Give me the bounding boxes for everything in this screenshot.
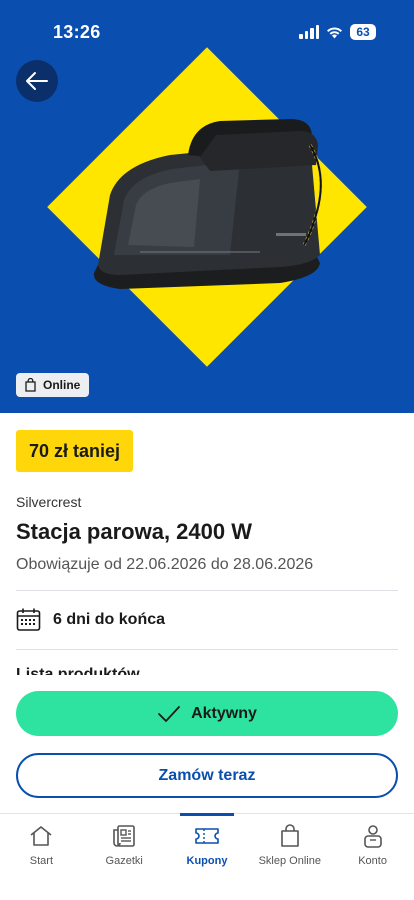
active-coupon-button[interactable]: Aktywny <box>16 691 398 736</box>
product-image <box>93 119 323 289</box>
order-now-label: Zamów teraz <box>158 766 256 784</box>
product-list-heading: Lista produktów <box>16 666 140 675</box>
nav-item-konto[interactable]: Konto <box>331 814 414 900</box>
discount-badge: 70 zł taniej <box>16 430 134 472</box>
nav-item-gazetki[interactable]: Gazetki <box>83 814 166 900</box>
shopping-bag-icon <box>25 378 36 392</box>
status-time: 13:26 <box>53 22 101 42</box>
nav-item-sklep-online[interactable]: Sklep Online <box>248 814 331 900</box>
product-hero: 13:26 63 Online <box>0 0 414 413</box>
online-badge: Online <box>16 373 90 397</box>
home-icon <box>27 823 55 849</box>
arrow-left-icon <box>26 72 48 90</box>
online-badge-label: Online <box>43 378 81 392</box>
days-left-label: 6 dni do końca <box>53 610 166 628</box>
product-brand: Silvercrest <box>16 494 82 510</box>
days-left-row: 6 dni do końca <box>16 607 165 632</box>
nav-item-kupony[interactable]: Kupony <box>166 813 249 900</box>
nav-item-start[interactable]: Start <box>0 814 83 900</box>
nav-label: Kupony <box>186 855 228 867</box>
back-button[interactable] <box>16 60 58 102</box>
nav-label: Konto <box>358 855 387 867</box>
nav-label: Start <box>29 855 54 867</box>
divider <box>16 649 398 650</box>
status-icons: 63 <box>299 24 376 40</box>
order-now-button[interactable]: Zamów teraz <box>16 753 398 798</box>
calendar-icon <box>16 608 41 631</box>
battery-indicator: 63 <box>350 24 376 40</box>
account-icon <box>359 823 387 849</box>
shopping-bag-icon <box>276 823 304 849</box>
checkmark-icon <box>158 705 180 722</box>
validity-text: Obowiązuje od 22.06.2026 do 28.06.2026 <box>16 556 314 573</box>
divider <box>16 590 398 591</box>
signal-icon <box>299 25 319 39</box>
bottom-navigation: Start Gazetki Kupony Sklep Online Konto <box>0 813 414 900</box>
nav-label: Gazetki <box>105 855 143 867</box>
wifi-icon <box>327 26 342 38</box>
product-title: Stacja parowa, 2400 W <box>16 519 252 544</box>
coupon-icon <box>193 823 221 849</box>
nav-label: Sklep Online <box>258 855 321 867</box>
status-bar: 13:26 63 <box>0 0 414 60</box>
active-coupon-label: Aktywny <box>191 704 257 722</box>
leaflet-icon <box>110 823 138 849</box>
